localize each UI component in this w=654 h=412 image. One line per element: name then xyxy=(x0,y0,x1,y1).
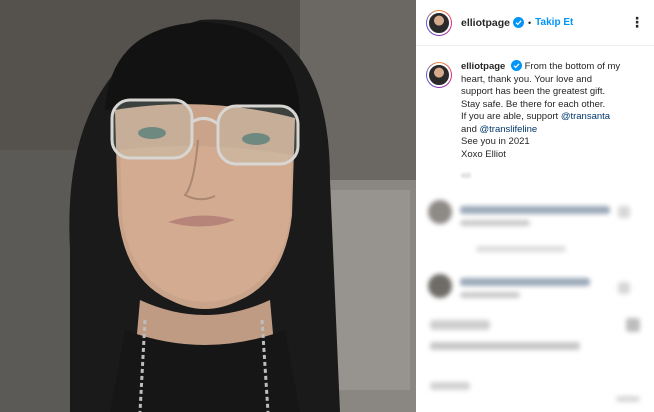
caption-line-4: Stay safe. Be there for each other. xyxy=(461,98,606,110)
caption-line-3: support has been the greatest gift. xyxy=(461,86,606,97)
avatar-image xyxy=(427,10,451,35)
caption-line-8: Xoxo Elliot xyxy=(461,148,506,160)
caption-text: elliotpage From the bottom of my heart, … xyxy=(461,60,641,161)
blurred-actions xyxy=(416,338,654,412)
caption-line-6: and @translifeline xyxy=(461,124,641,137)
caption-line-7: See you in 2021 xyxy=(461,136,530,147)
caption-line-5-text: If you are able, support xyxy=(461,111,561,122)
caption-avatar-image xyxy=(427,63,451,87)
caption-line-5: If you are able, support @transanta xyxy=(461,111,641,124)
header-username[interactable]: elliotpage xyxy=(461,17,510,29)
blurred-comment xyxy=(416,196,654,266)
post-photo xyxy=(0,0,416,412)
avatar[interactable] xyxy=(426,9,452,36)
mention-link[interactable]: @translifeline xyxy=(480,124,538,135)
post-caption: elliotpage From the bottom of my heart, … xyxy=(416,46,654,161)
caption-username[interactable]: elliotpage xyxy=(461,61,505,72)
post-header: elliotpage • Takip Et ⋮ xyxy=(416,0,654,46)
blurred-comment xyxy=(416,268,654,348)
caption-avatar[interactable] xyxy=(426,62,452,88)
separator-dot: • xyxy=(528,17,532,28)
post-side-panel: elliotpage • Takip Et ⋮ elliotpage From … xyxy=(416,0,654,412)
caption-verified-badge-icon xyxy=(510,60,522,71)
caption-line-1: From the bottom of my xyxy=(524,61,621,72)
blurred-timestamp xyxy=(461,173,471,178)
more-options-icon[interactable]: ⋮ xyxy=(630,14,644,31)
mention-link[interactable]: @transanta xyxy=(561,111,610,122)
caption-line-2: heart, thank you. Your love and xyxy=(461,73,592,85)
verified-badge-icon xyxy=(513,17,525,28)
caption-line-6-text: and xyxy=(461,123,480,135)
follow-button[interactable]: Takip Et xyxy=(535,17,573,28)
